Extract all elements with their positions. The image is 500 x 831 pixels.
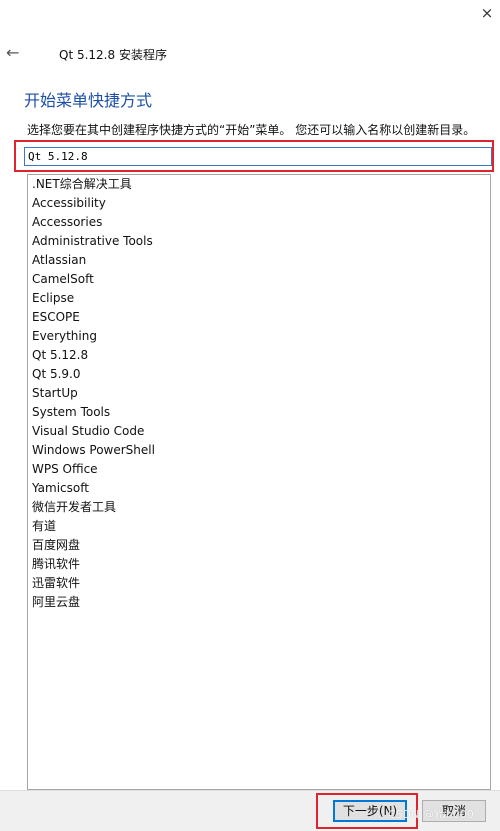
folder-list-item[interactable]: 阿里云盘 xyxy=(28,593,490,612)
watermark: CSDN @Yab000 xyxy=(388,808,474,821)
window-title: Qt 5.12.8 安装程序 xyxy=(59,48,167,62)
folder-list-item[interactable]: Accessories xyxy=(28,213,490,232)
folder-list-item[interactable]: ESCOPE xyxy=(28,308,490,327)
folder-list-item[interactable]: Windows PowerShell xyxy=(28,441,490,460)
folder-list-item[interactable]: Qt 5.9.0 xyxy=(28,365,490,384)
folder-list-item[interactable]: CamelSoft xyxy=(28,270,490,289)
folder-list-item[interactable]: 腾讯软件 xyxy=(28,555,490,574)
folder-list-item[interactable]: Accessibility xyxy=(28,194,490,213)
start-menu-folder-input[interactable] xyxy=(24,147,492,166)
start-menu-folder-list[interactable]: .NET综合解决工具 Accessibility Accessories Admini… xyxy=(27,174,491,790)
folder-list-item[interactable]: Everything xyxy=(28,327,490,346)
folder-list-item[interactable]: Eclipse xyxy=(28,289,490,308)
folder-list-item[interactable]: .NET综合解决工具 xyxy=(28,175,490,194)
folder-list-item[interactable]: Qt 5.12.8 xyxy=(28,346,490,365)
folder-list-item[interactable]: Yamicsoft xyxy=(28,479,490,498)
folder-list-item[interactable]: 微信开发者工具 xyxy=(28,498,490,517)
folder-list-item[interactable]: StartUp xyxy=(28,384,490,403)
close-icon[interactable]: × xyxy=(478,4,496,22)
folder-list-item[interactable]: Visual Studio Code xyxy=(28,422,490,441)
folder-list-item[interactable]: 百度网盘 xyxy=(28,536,490,555)
back-arrow-icon[interactable]: ← xyxy=(6,44,24,62)
page-description: 选择您要在其中创建程序快捷方式的“开始”菜单。 您还可以输入名称以创建新目录。 xyxy=(27,123,476,137)
folder-list-item[interactable]: 迅雷软件 xyxy=(28,574,490,593)
folder-list-item[interactable]: System Tools xyxy=(28,403,490,422)
folder-list-item[interactable]: 有道 xyxy=(28,517,490,536)
folder-list-item[interactable]: Administrative Tools xyxy=(28,232,490,251)
folder-list-item[interactable]: WPS Office xyxy=(28,460,490,479)
page-heading: 开始菜单快捷方式 xyxy=(24,91,153,110)
folder-list-item[interactable]: Atlassian xyxy=(28,251,490,270)
